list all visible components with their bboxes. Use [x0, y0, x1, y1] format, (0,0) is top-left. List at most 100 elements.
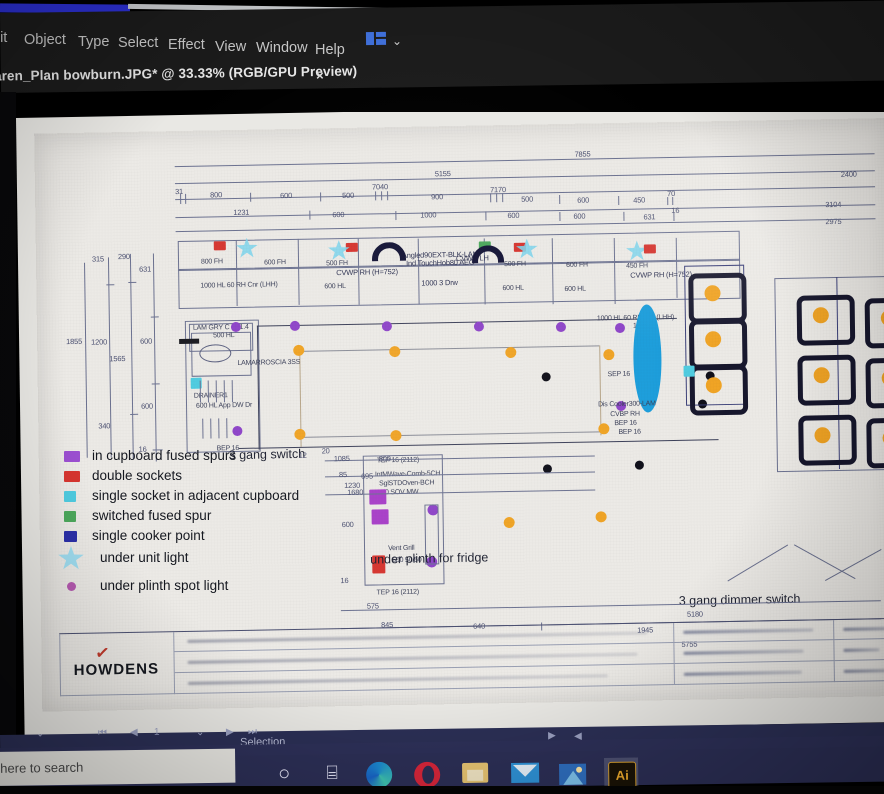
prev-page-icon[interactable]: ◀	[130, 727, 138, 738]
plinth-spot-4	[603, 349, 614, 360]
symbol-double-socket-1	[214, 241, 226, 250]
chevron-down-icon-zoom[interactable]: ⌄	[36, 728, 45, 739]
dim-1231: 1231	[233, 208, 249, 217]
menu-item-object[interactable]: Object	[24, 32, 66, 48]
label-450fh: 450 FH	[626, 262, 648, 269]
task-view-icon[interactable]: ⌸	[318, 760, 346, 788]
dim-7855: 7855	[574, 149, 590, 158]
symbol-double-socket-5	[372, 555, 385, 573]
dim-631b: 631	[139, 265, 151, 274]
page-number[interactable]: 1	[154, 727, 160, 738]
symbol-switched-fused-spur-1	[479, 241, 491, 250]
label-600hl-c: 600 HL	[564, 286, 585, 293]
chair-dot-2	[705, 331, 721, 347]
legend-label: double sockets	[92, 468, 182, 483]
chair-dot-5	[814, 367, 830, 383]
menu-item-window[interactable]: Window	[256, 40, 308, 56]
chair-5	[797, 355, 856, 406]
label-cvwp-lh: CVWP LH	[456, 253, 489, 263]
kitchen-plan-drawing: 7855 5155 2400 31 800 600 500 7040 900 7…	[34, 118, 884, 712]
illustrator-canvas[interactable]: 7855 5155 2400 31 800 600 500 7040 900 7…	[8, 112, 884, 737]
chair-4	[797, 295, 856, 346]
plinth-spot-1	[293, 345, 304, 356]
dim-5180: 5180	[687, 609, 703, 618]
fused-spur-dot-6	[231, 322, 241, 332]
plinth-spot-6	[390, 430, 401, 441]
chair-7	[865, 297, 884, 348]
symbol-under-unit-light-3	[516, 238, 538, 259]
symbol-sink-bowl-1	[372, 242, 406, 277]
chevron-down-icon-page[interactable]: ⌄	[196, 727, 205, 738]
legend-dot-icon	[67, 582, 76, 591]
close-icon[interactable]: ×	[316, 68, 324, 83]
chair-9	[866, 417, 884, 468]
dim-5755: 5755	[681, 640, 697, 649]
legend-label: in cupboard fused spurs	[92, 448, 236, 463]
chair-6	[798, 415, 857, 466]
dim-1945: 1945	[637, 625, 653, 634]
legend-label: under unit light	[100, 550, 189, 565]
note-under-plinth-fridge: under plinth for fridge	[370, 550, 488, 566]
symbol-double-socket-4	[644, 244, 656, 253]
label-drainer1: DRAINER1	[194, 392, 228, 400]
ceiling-spot-1	[542, 372, 551, 381]
dim-1200: 1200	[91, 337, 107, 346]
plinth-spot-2	[389, 346, 400, 357]
label-600fh-b: 600 FH	[566, 262, 588, 269]
menu-item-edit[interactable]: dit	[0, 30, 7, 46]
dim-340: 340	[98, 421, 110, 430]
symbol-double-socket-2	[346, 243, 358, 252]
legend-item: double sockets	[50, 468, 350, 488]
cortana-icon[interactable]: ○	[270, 760, 298, 788]
menu-item-effect[interactable]: Effect	[168, 37, 205, 53]
label-tep16-a: TEP 16 (2112)	[377, 457, 419, 465]
tap-icon	[179, 339, 199, 344]
plinth-spot-5	[294, 429, 305, 440]
chair-dot-4	[813, 307, 829, 323]
ceiling-spot-3	[635, 461, 644, 470]
menu-item-select[interactable]: Select	[118, 35, 158, 51]
dim-800: 800	[210, 190, 222, 199]
legend-label: under plinth spot light	[100, 578, 228, 593]
plinth-spot-3	[505, 347, 516, 358]
first-page-icon[interactable]: ⏮	[98, 728, 107, 739]
chair-1	[688, 273, 747, 324]
label-bep16-c: BEP 16	[618, 429, 641, 436]
label-tep16-b: TEP 16 (2112)	[377, 589, 419, 597]
fused-spur-dot-1	[290, 321, 300, 331]
label-500fh-a: 500 FH	[326, 260, 348, 267]
ceiling-spot-2	[543, 464, 552, 473]
screen-bezel-bottom	[0, 786, 884, 794]
menu-item-help[interactable]: Help	[315, 42, 345, 58]
legend-item: switched fused spur	[50, 508, 350, 528]
fused-spur-dot-8	[616, 401, 626, 411]
dim-450: 450	[633, 195, 645, 204]
label-500hl: 500 HL	[213, 332, 234, 339]
legend-label: single socket in adjacent cupboard	[92, 488, 299, 503]
label-sep16: SEP 16	[608, 371, 631, 378]
symbol-under-unit-light-4	[626, 240, 648, 261]
dim-600c: 600	[332, 210, 344, 219]
fused-spur-dot-5	[615, 323, 625, 333]
ceiling-spot-4	[706, 371, 715, 380]
legend: in cupboard fused spurs double sockets s…	[50, 448, 350, 594]
label-800fh: 800 FH	[201, 258, 223, 265]
menu-item-view[interactable]: View	[215, 39, 246, 55]
dim-500a: 500	[342, 191, 354, 200]
dim-2400: 2400	[841, 170, 857, 179]
legend-swatch-single-socket	[64, 491, 76, 502]
dim-631: 631	[643, 212, 655, 221]
label-ind-touchhob: Ind TouchHob80 AEG	[406, 258, 475, 268]
symbol-under-unit-light-1	[236, 238, 258, 259]
symbol-single-socket-2	[684, 366, 695, 377]
menu-item-type[interactable]: Type	[78, 34, 109, 50]
next-page-icon[interactable]: ▶	[226, 727, 234, 738]
chevron-down-icon[interactable]: ⌄	[392, 34, 402, 48]
howdens-tick-icon: ✓	[95, 643, 111, 661]
arrange-documents-icon[interactable]	[366, 32, 386, 46]
dim-845: 845	[381, 620, 393, 629]
legend-label: single cooker point	[92, 528, 205, 543]
fused-spur-dot-4	[556, 322, 566, 332]
search-input[interactable]: here to search	[0, 749, 235, 786]
legend-item: single cooker point	[50, 528, 350, 548]
